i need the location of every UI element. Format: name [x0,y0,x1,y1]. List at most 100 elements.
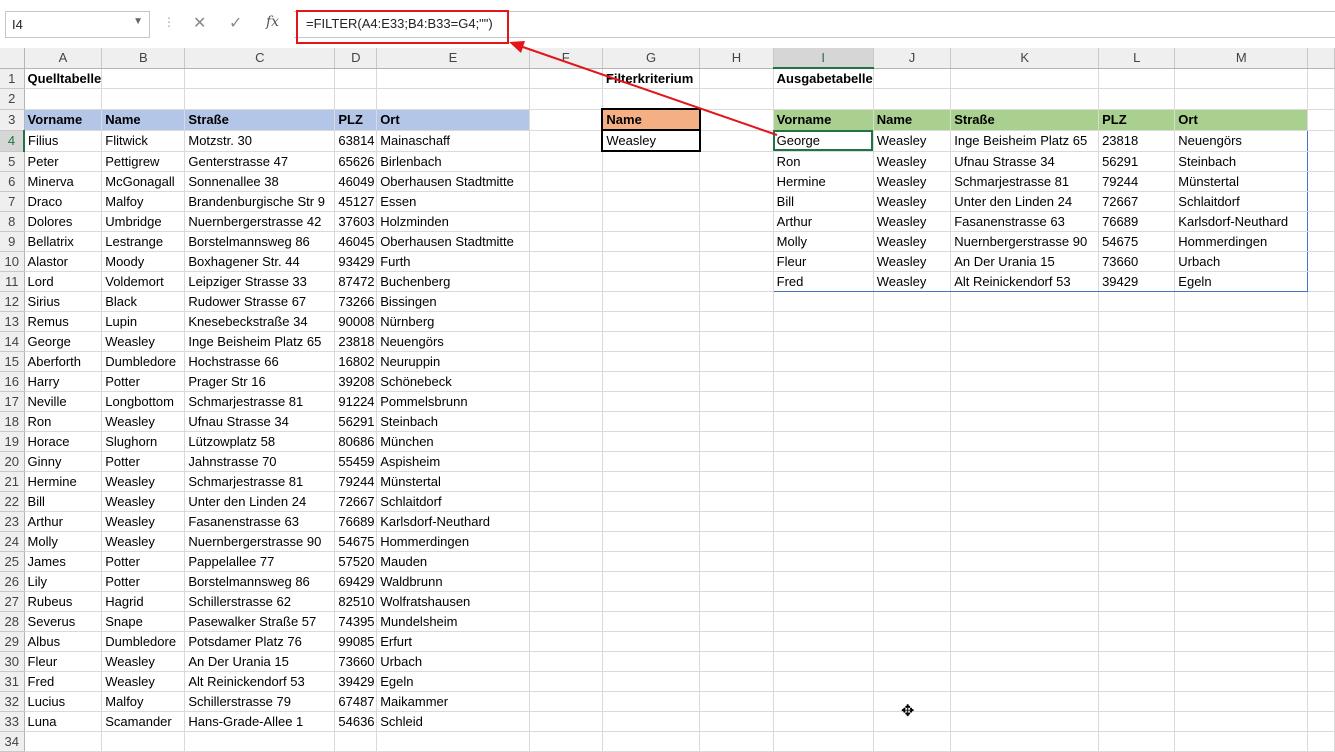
source-header-cell[interactable]: Name [101,109,186,131]
cell[interactable] [529,551,603,572]
source-data-cell[interactable]: Weasley [101,651,186,672]
row-header[interactable]: 4 [0,130,26,152]
output-data-cell[interactable]: Münstertal [1174,171,1309,192]
cell[interactable] [699,731,774,752]
row-header[interactable]: 24 [0,531,25,552]
source-data-cell[interactable]: Severus [24,611,103,632]
source-data-cell[interactable]: 54636 [334,711,378,732]
source-data-cell[interactable]: 69429 [334,571,378,592]
source-data-cell[interactable]: 56291 [334,411,378,432]
source-data-cell[interactable]: Ginny [24,451,103,472]
cell[interactable] [1098,88,1176,110]
insert-function-icon[interactable]: fx [266,14,279,30]
source-data-cell[interactable]: 16802 [334,351,378,372]
output-data-cell[interactable]: 79244 [1098,171,1176,192]
source-data-cell[interactable]: 45127 [334,191,378,212]
row-header[interactable]: 33 [0,711,25,732]
source-data-cell[interactable]: Black [101,291,186,312]
output-data-cell[interactable]: Karlsdorf-Neuthard [1174,211,1309,232]
cell[interactable] [1098,451,1176,472]
cell[interactable] [1174,88,1309,110]
cell[interactable] [699,151,774,172]
column-header-g[interactable]: G [602,48,701,69]
cell[interactable] [873,68,952,89]
source-data-cell[interactable]: Alt Reinickendorf 53 [184,671,336,692]
cell[interactable] [950,731,1100,752]
source-data-cell[interactable]: Rubeus [24,591,103,612]
cell[interactable] [334,88,378,110]
source-data-cell[interactable]: Unter den Linden 24 [184,491,336,512]
source-data-cell[interactable]: 39208 [334,371,378,392]
cell[interactable] [1307,371,1335,392]
row-header[interactable]: 29 [0,631,25,652]
row-header[interactable]: 19 [0,431,25,452]
cell[interactable] [529,109,603,131]
cell[interactable] [1307,271,1335,292]
source-data-cell[interactable]: Essen [376,191,530,212]
output-header-cell[interactable]: Name [873,109,952,131]
cell[interactable] [699,491,774,512]
cell[interactable] [773,611,874,632]
cell[interactable] [1307,191,1335,212]
source-data-cell[interactable]: Wolfratshausen [376,591,530,612]
cell[interactable] [602,391,701,412]
cell[interactable] [1098,411,1176,432]
output-header-cell[interactable]: Ort [1174,109,1309,131]
source-data-cell[interactable]: München [376,431,530,452]
source-data-cell[interactable]: Lily [24,571,103,592]
cell[interactable] [873,291,952,312]
source-data-cell[interactable]: Schmarjestrasse 81 [184,471,336,492]
source-data-cell[interactable]: Lestrange [101,231,186,252]
cell[interactable] [184,68,336,89]
source-data-cell[interactable]: Lucius [24,691,103,712]
source-data-cell[interactable]: Motzstr. 30 [184,130,336,152]
cell[interactable] [602,371,701,392]
cell[interactable] [602,551,701,572]
cell[interactable] [773,88,874,110]
output-data-cell[interactable]: Weasley [873,211,952,232]
cell[interactable] [873,731,952,752]
source-data-cell[interactable]: Hans-Grade-Allee 1 [184,711,336,732]
output-data-cell[interactable]: Schlaitdorf [1174,191,1309,212]
cell[interactable] [950,511,1100,532]
cell[interactable] [873,671,952,692]
row-header[interactable]: 15 [0,351,25,372]
cell[interactable] [184,88,336,110]
cell[interactable] [602,731,701,752]
source-data-cell[interactable]: Weasley [101,671,186,692]
cell[interactable] [1174,311,1309,332]
source-data-cell[interactable]: Borstelmannsweg 86 [184,231,336,252]
cell[interactable] [529,611,603,632]
source-header-cell[interactable]: Vorname [24,109,103,131]
cell[interactable] [1307,331,1335,352]
cell[interactable] [873,351,952,372]
output-data-cell[interactable]: Egeln [1174,271,1309,292]
source-data-cell[interactable]: Hochstrasse 66 [184,351,336,372]
cell[interactable] [699,331,774,352]
source-data-cell[interactable]: Maikammer [376,691,530,712]
source-data-cell[interactable]: Buchenberg [376,271,530,292]
source-data-cell[interactable]: Arthur [24,511,103,532]
cell[interactable] [873,331,952,352]
cell[interactable] [529,691,603,712]
cell[interactable] [1307,68,1335,89]
cell[interactable] [602,311,701,332]
column-header-b[interactable]: B [101,48,186,69]
output-data-cell[interactable]: Weasley [873,151,952,172]
cell[interactable] [773,511,874,532]
source-data-cell[interactable]: Nuernbergerstrasse 90 [184,531,336,552]
cell[interactable] [950,671,1100,692]
cell[interactable] [699,551,774,572]
cell[interactable] [1307,88,1335,110]
cell[interactable] [873,471,952,492]
cell[interactable] [873,491,952,512]
select-all-corner[interactable] [0,48,25,69]
cell[interactable] [773,331,874,352]
source-data-cell[interactable]: Leipziger Strasse 33 [184,271,336,292]
row-header[interactable]: 16 [0,371,25,392]
cell[interactable] [873,571,952,592]
cell[interactable] [773,451,874,472]
source-data-cell[interactable]: Brandenburgische Str 9 [184,191,336,212]
cell[interactable] [334,68,378,89]
cell[interactable] [773,491,874,512]
